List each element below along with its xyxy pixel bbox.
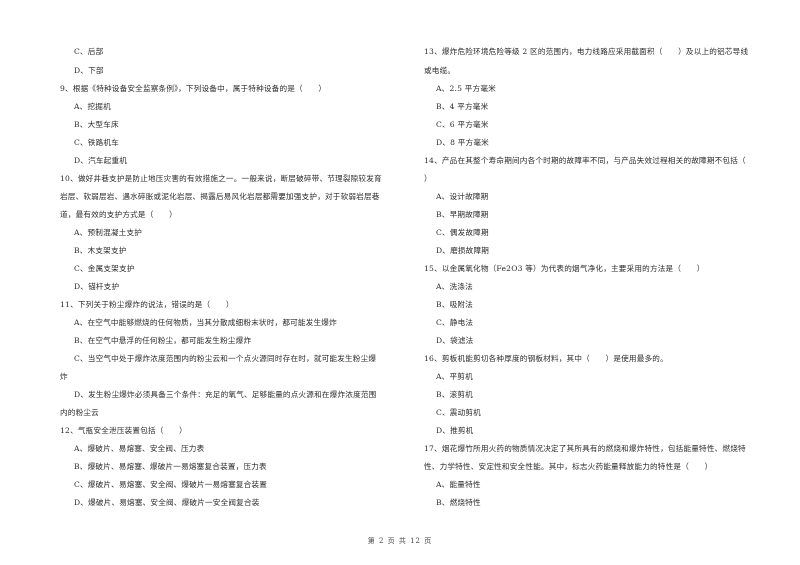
q15-stem: 15、以金属氧化物（Fe2O3 等）为代表的烟气净化，主要采用的方法是（ ） <box>424 264 705 273</box>
q12-option-a: A、爆破片、易熔塞、安全阀、压力表 <box>74 444 205 453</box>
q13-stem-line-2: 或电缆。 <box>424 66 456 75</box>
q10-stem-line-2: 岩层、软弱层岩、遇水碎胀或泥化岩层、揭露后易风化岩层都需要加强支护，对于软弱岩层… <box>60 192 380 201</box>
q15-option-a: A、洗涤法 <box>436 282 473 291</box>
q14-stem-line-2: ） <box>424 174 432 183</box>
q14-stem-line-1: 14、产品在其整个寿命期间内各个时期的故障率不同，与产品失效过程相关的故障期不包… <box>424 156 746 165</box>
q16-option-b: B、滚剪机 <box>436 390 473 399</box>
q11-option-a: A、在空气中能够燃烧的任何物质，当其分散成细粉末状时，都可能发生爆炸 <box>74 318 337 327</box>
q17-stem-line-1: 17、烟花爆竹所用火药的物质情况决定了其所具有的燃烧和爆炸特性，包括能量特性、燃… <box>424 444 746 453</box>
q13-option-c: C、6 平方毫米 <box>436 120 489 129</box>
q17-option-a: A、能量特性 <box>436 480 481 489</box>
q13-option-b: B、4 平方毫米 <box>436 102 489 111</box>
q15-option-b: B、吸附法 <box>436 300 473 309</box>
q10-option-b: B、木支架支护 <box>74 246 127 255</box>
q13-option-d: D、8 平方毫米 <box>436 138 489 147</box>
q13-option-a: A、2.5 平方毫米 <box>436 84 496 93</box>
q17-option-b: B、燃烧特性 <box>436 498 481 507</box>
q9-option-a: A、挖掘机 <box>74 102 111 111</box>
q11-option-c-line-1: C、当空气中处于爆炸浓度范围内的粉尘云和一个点火源同时存在时，就可能发生粉尘爆 <box>74 354 377 363</box>
q15-option-c: C、静电法 <box>436 318 474 327</box>
page-footer: 第 2 页 共 12 页 <box>367 537 433 545</box>
q8-option-c: C、后部 <box>74 47 104 56</box>
q12-stem: 12、气瓶安全泄压装置包括（ ） <box>60 426 187 435</box>
q10-stem-line-1: 10、做好井巷支护是防止地压灾害的有效措施之一。一般来说，断层破碎带、节理裂隙较… <box>60 174 382 183</box>
q14-option-c: C、偶发故障期 <box>436 228 489 237</box>
q16-stem: 16、剪板机能剪切各种厚度的钢板材料，其中（ ）是使用最多的。 <box>424 354 668 363</box>
q10-option-d: D、锚杆支护 <box>74 282 120 291</box>
q12-option-b: B、爆破片、易熔塞、爆破片一易熔塞复合装置，压力表 <box>74 462 267 471</box>
q10-stem-line-3: 道，最有效的支护方式是（ ） <box>60 210 177 219</box>
q12-option-c: C、爆破片、易熔塞、安全阀、爆破片一易熔塞复合装置 <box>74 480 268 489</box>
q16-option-a: A、平剪机 <box>436 372 473 381</box>
q11-option-c-line-2: 炸 <box>60 372 68 381</box>
q11-stem: 11、下列关于粉尘爆炸的说法，错误的是（ ） <box>60 300 234 309</box>
q9-stem: 9、根据《特种设备安全监察条例》，下列设备中，属于特种设备的是（ ） <box>60 84 327 93</box>
q9-option-c: C、铁路机车 <box>74 138 119 147</box>
q14-option-b: B、早期故障期 <box>436 210 489 219</box>
q10-option-c: C、金属支架支护 <box>74 264 135 273</box>
q16-option-c: C、震动剪机 <box>436 408 481 417</box>
q10-option-a: A、预制混凝土支护 <box>74 228 143 237</box>
q8-option-d: D、下部 <box>74 66 104 75</box>
q17-stem-line-2: 性、力学特性、安定性和安全性能。其中，标志火药能量释放能力的特性是（ ） <box>424 462 713 471</box>
q13-stem-line-1: 13、爆炸危险环境危险等级 2 区的范围内，电力线路应采用截面积（ ）及以上的铝… <box>424 47 749 56</box>
q9-option-b: B、大型车床 <box>74 120 119 129</box>
q14-option-d: D、磨损故障期 <box>436 246 490 255</box>
q11-option-d-line-2: 内的粉尘云 <box>60 408 99 417</box>
q11-option-d-line-1: D、发生粉尘爆炸必须具备三个条件：充足的氧气、足够能量的点火源和在爆炸浓度范围 <box>74 390 377 399</box>
q9-option-d: D、汽车起重机 <box>74 156 128 165</box>
q11-option-b: B、在空气中悬浮的任何粉尘，都可能发生粉尘爆炸 <box>74 336 252 345</box>
q12-option-d: D、爆破片、易熔塞、安全阀、爆破片一安全阀复合装 <box>74 498 260 507</box>
q15-option-d: D、袋滤法 <box>436 336 474 345</box>
q16-option-d: D、推剪机 <box>436 426 474 435</box>
q14-option-a: A、设计故障期 <box>436 192 489 201</box>
